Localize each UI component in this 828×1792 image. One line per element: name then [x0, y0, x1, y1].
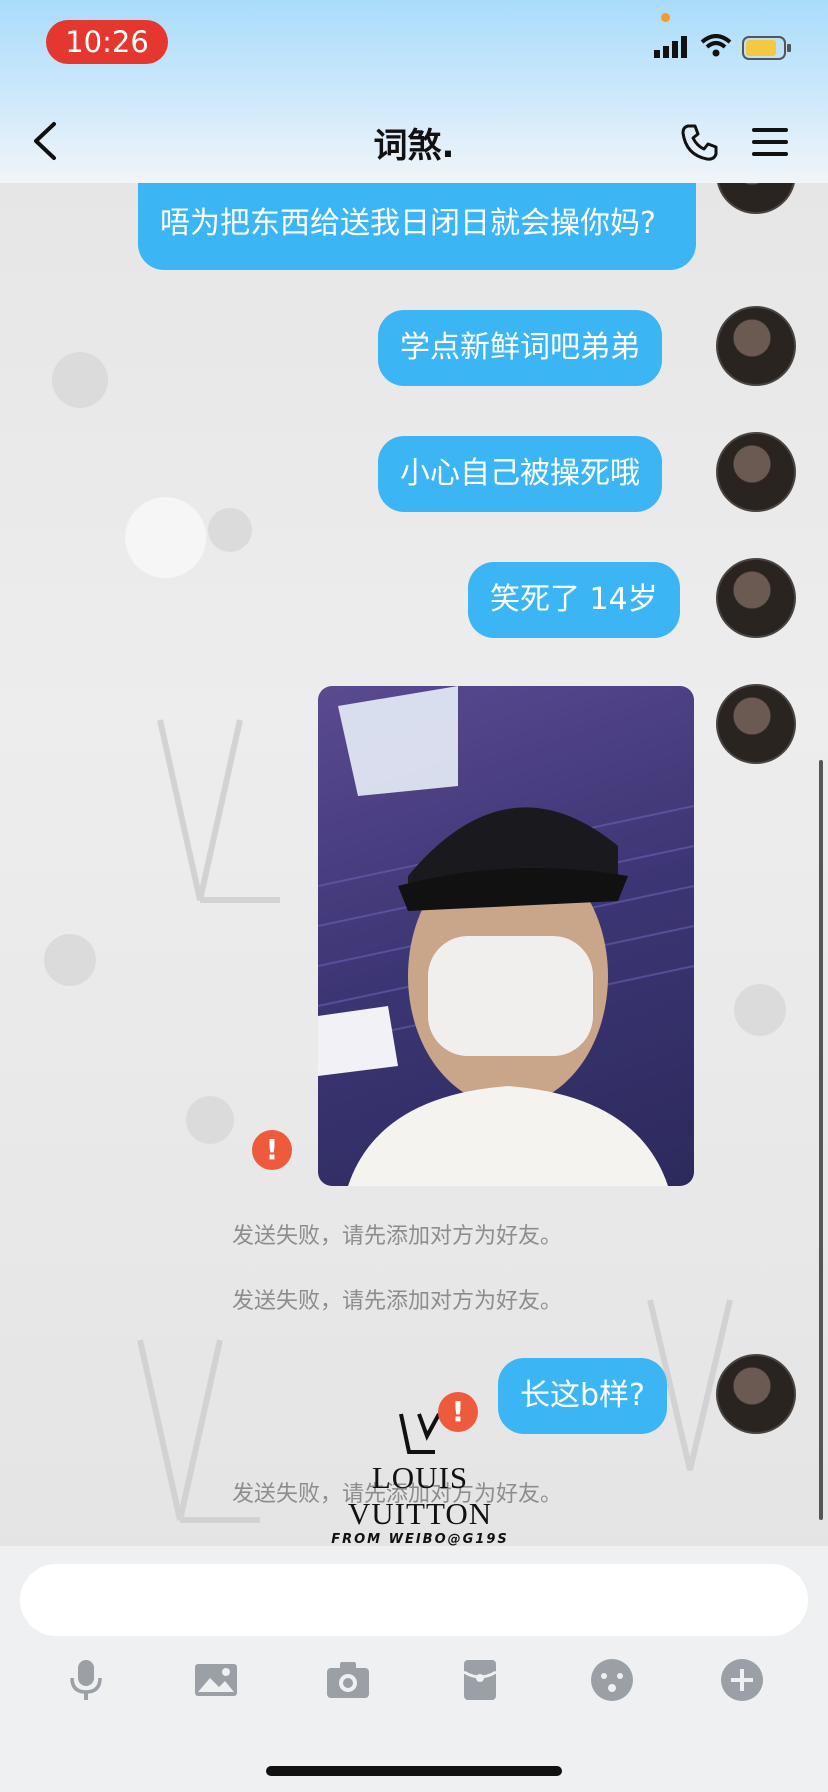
watermark-brand: LOUIS VUITTON [347, 1460, 493, 1531]
photo-message[interactable] [318, 686, 694, 1186]
status-time: 10:26 [46, 20, 168, 64]
message-bubble[interactable]: 小心自己被操死哦 [378, 436, 662, 512]
plus-icon[interactable] [718, 1656, 766, 1704]
input-area [0, 1546, 828, 1792]
watermark: LOUIS VUITTON FROM WEIBO@G19S [300, 1412, 540, 1547]
phone-call-icon[interactable] [680, 122, 720, 162]
privacy-indicator-icon [661, 13, 670, 22]
avatar[interactable] [716, 432, 796, 512]
avatar[interactable] [716, 558, 796, 638]
send-failed-icon[interactable]: ! [252, 1130, 292, 1170]
photo-content [318, 686, 694, 1186]
red-packet-icon[interactable] [456, 1656, 504, 1704]
emoji-icon[interactable] [588, 1656, 636, 1704]
scrollbar[interactable] [819, 760, 823, 1520]
wifi-icon [700, 34, 732, 57]
watermark-source: FROM WEIBO@G19S [331, 1532, 509, 1547]
back-icon[interactable] [26, 118, 66, 164]
signal-icon [654, 36, 687, 58]
avatar[interactable] [716, 1354, 796, 1434]
lv-logo-icon [399, 1413, 441, 1454]
mic-icon[interactable] [62, 1656, 110, 1704]
avatar[interactable] [716, 684, 796, 764]
camera-icon[interactable] [324, 1656, 372, 1704]
message-input[interactable] [20, 1564, 808, 1636]
menu-icon[interactable] [748, 122, 792, 162]
avatar[interactable] [716, 306, 796, 386]
battery-icon [742, 36, 791, 60]
system-notice: 发送失败，请先添加对方为好友。 [232, 1289, 563, 1314]
image-icon[interactable] [192, 1656, 240, 1704]
send-failed-icon[interactable]: ! [438, 1392, 478, 1432]
message-bubble[interactable]: 学点新鲜词吧弟弟 [378, 310, 662, 386]
message-bubble[interactable]: 笑死了 14岁 [468, 562, 680, 638]
chat-title: 词煞. [373, 126, 455, 166]
system-notice: 发送失败，请先添加对方为好友。 [232, 1224, 563, 1249]
home-indicator[interactable] [266, 1766, 562, 1776]
chat-header: 10:26 词煞. [0, 0, 828, 183]
